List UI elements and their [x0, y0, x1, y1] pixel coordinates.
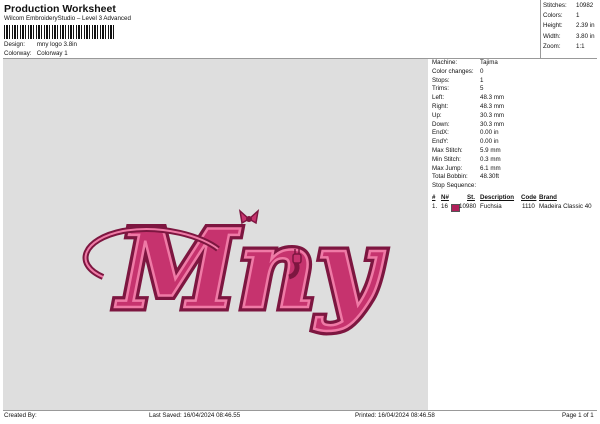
col-brand: Brand: [539, 194, 557, 201]
detail-label: Machine:: [432, 59, 458, 66]
summary-row: Height: 2.39 in: [543, 22, 595, 32]
stop-description: Fuchsia: [480, 203, 502, 210]
detail-row: Max Stitch: 5.9 mm: [432, 147, 598, 156]
detail-value: 30.3 mm: [480, 120, 505, 128]
footer-printed: Printed: 16/04/2024 08:46.58: [355, 412, 435, 419]
summary-value: 2.39 in: [576, 22, 595, 30]
stop-brand: Madeira Classic 40: [539, 203, 592, 210]
detail-row: Min Stitch: 0.3 mm: [432, 156, 598, 165]
detail-label: EndX:: [432, 129, 449, 137]
detail-row: Down: 30.3 mm: [432, 121, 598, 130]
logo-fill: Mny: [114, 207, 385, 333]
detail-row: Right: 48.3 mm: [432, 103, 598, 112]
detail-row: Left: 48.3 mm: [432, 94, 598, 103]
summary-label: Colors:: [543, 12, 563, 20]
summary-label: Zoom:: [543, 42, 561, 50]
detail-row: Total Bobbin: 48.30ft: [432, 173, 598, 182]
detail-value: 5.9 mm: [480, 146, 501, 154]
design-preview: Mny Mny: [3, 59, 428, 410]
detail-label: Total Bobbin:: [432, 173, 468, 181]
col-num: #: [432, 194, 436, 201]
logo-lettering: Mny Mny: [110, 203, 390, 338]
detail-value: 0.00 in: [480, 129, 499, 137]
stop-code: 1110: [522, 203, 535, 210]
col-description: Description: [480, 194, 515, 201]
summary-panel: Stitches: 10982 Colors: 1 Height: 2.39 in W…: [543, 2, 595, 53]
summary-row: Width: 3.80 in: [543, 33, 595, 43]
worksheet-subtitle: Wilcom EmbroideryStudio – Level 3 Advanc…: [4, 15, 131, 22]
detail-label: Max Jump:: [432, 164, 463, 172]
detail-value: 0: [480, 67, 484, 75]
col-code: Code: [521, 194, 537, 201]
summary-value: 10982: [576, 2, 594, 9]
detail-value: 30.3 mm: [480, 111, 505, 119]
colorway-label: Colorway:: [4, 50, 32, 57]
detail-label: Right:: [432, 102, 449, 110]
stop-sequence-title: Stop Sequence:: [432, 182, 477, 190]
summary-label: Width:: [543, 32, 561, 40]
detail-label: Trims:: [432, 85, 449, 93]
summary-row: Zoom: 1:1: [543, 43, 595, 53]
detail-label: Down:: [432, 120, 450, 128]
detail-label: Left:: [432, 94, 445, 102]
col-needle: N#: [441, 194, 449, 201]
summary-row: Stitches: 10982: [543, 2, 595, 12]
detail-value: 5: [480, 85, 484, 93]
detail-row: Color changes: 0: [432, 68, 598, 77]
worksheet-title: Production Worksheet: [4, 3, 116, 15]
design-label: Design:: [4, 41, 25, 48]
summary-label: Height:: [543, 22, 563, 30]
detail-value: 48.30ft: [480, 173, 499, 181]
stop-stitches: 10980: [459, 203, 477, 210]
footer-created-by: Created By:: [4, 412, 37, 419]
design-value: mny logo 3.8in: [36, 41, 77, 48]
colorway-value: Colorway 1: [36, 50, 68, 57]
embroidery-logo: Mny Mny: [82, 203, 390, 338]
summary-row: Colors: 1: [543, 12, 595, 22]
detail-label: Max Stitch:: [432, 146, 463, 154]
summary-value: 1: [576, 12, 580, 20]
details-panel: Machine: Tajima Color changes: 0 Stops: 1 T…: [432, 59, 598, 191]
detail-label: Color changes:: [432, 67, 474, 75]
detail-row: Up: 30.3 mm: [432, 112, 598, 121]
detail-value: Tajima: [480, 59, 498, 66]
detail-row: Max Jump: 6.1 mm: [432, 165, 598, 174]
detail-value: 48.3 mm: [480, 102, 505, 110]
colorway-row: Colorway: Colorway 1: [4, 50, 68, 57]
summary-value: 3.80 in: [576, 32, 595, 40]
detail-row: Trims: 5: [432, 85, 598, 94]
stop-num: 1.: [432, 203, 438, 210]
detail-value: 6.1 mm: [480, 164, 501, 172]
detail-value: 48.3 mm: [480, 94, 505, 102]
header-divider: [540, 0, 541, 58]
barcode: [4, 25, 116, 39]
summary-label: Stitches:: [543, 2, 567, 9]
detail-row: EndY: 0.00 in: [432, 138, 598, 147]
detail-label: EndY:: [432, 138, 449, 146]
detail-value: 0.3 mm: [480, 155, 501, 163]
detail-label: Min Stitch:: [432, 155, 461, 163]
footer-last-saved: Last Saved: 16/04/2024 08:46.55: [149, 412, 241, 419]
detail-label: Up:: [432, 111, 442, 119]
summary-value: 1:1: [576, 42, 585, 50]
detail-row: EndX: 0.00 in: [432, 129, 598, 138]
detail-row: Stops: 1: [432, 77, 598, 86]
detail-row: Machine: Tajima: [432, 59, 598, 68]
detail-value: 1: [480, 76, 484, 84]
detail-value: 0.00 in: [480, 138, 499, 146]
stop-needle: 16: [441, 203, 448, 210]
design-row: Design: mny logo 3.8in: [4, 41, 77, 48]
col-stitches: St.: [467, 194, 475, 201]
footer-page: Page 1 of 1: [562, 412, 594, 419]
detail-label: Stops:: [432, 76, 450, 84]
footer-rule: [3, 410, 597, 411]
